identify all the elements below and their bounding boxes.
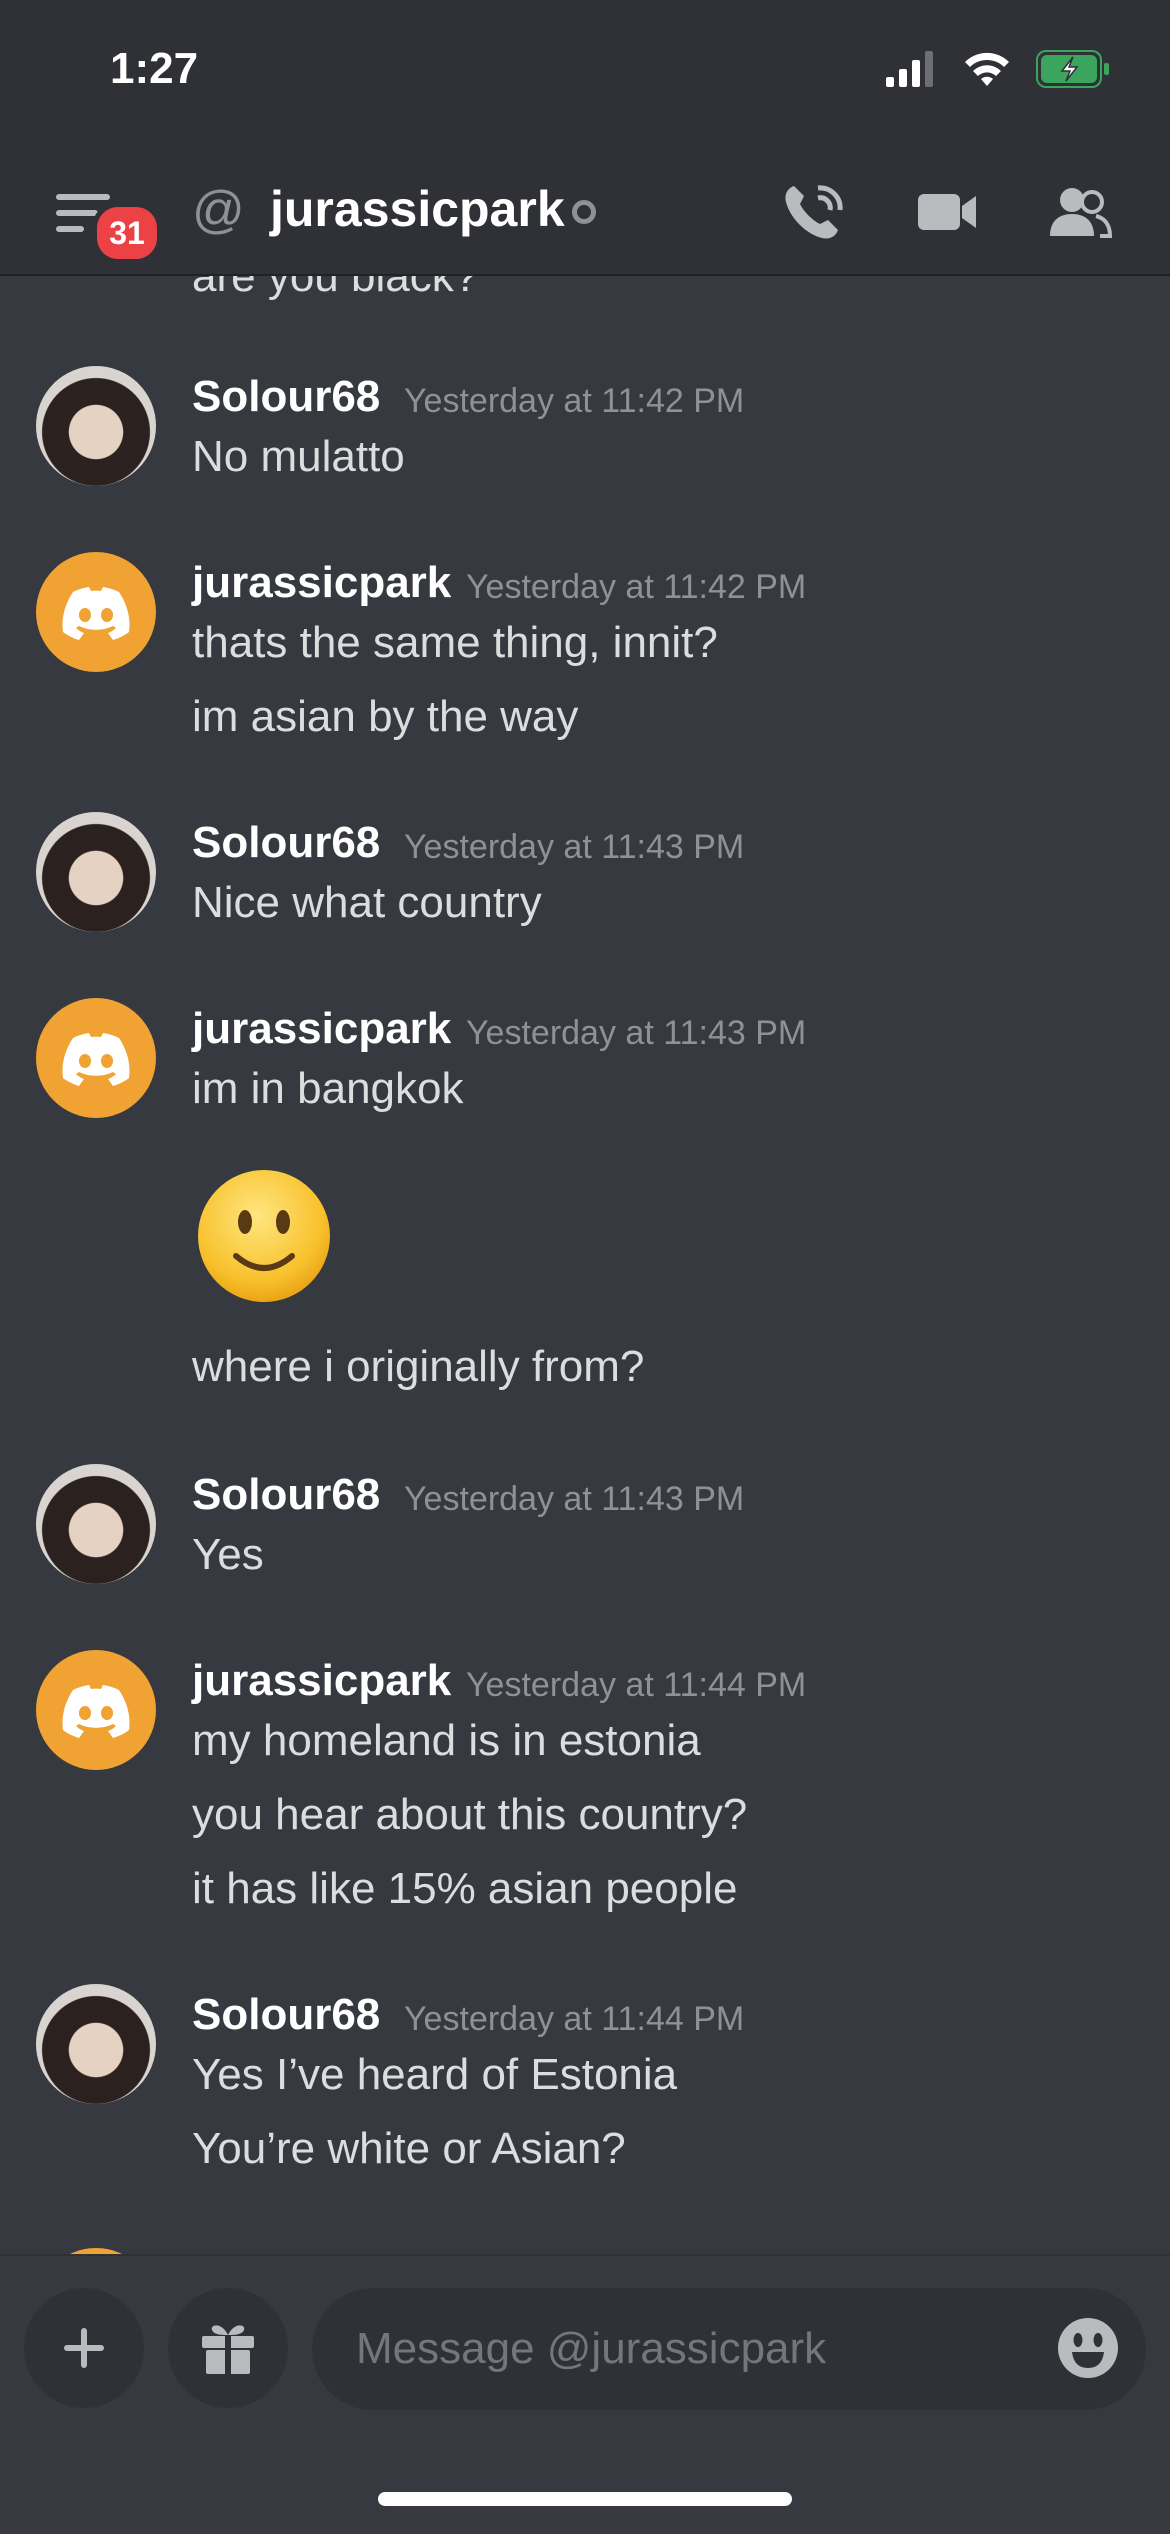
timestamp: Yesterday at 11:42 PM [466, 568, 807, 606]
battery-charging-icon [1036, 50, 1109, 88]
discord-logo-icon [62, 1033, 130, 1086]
message-text: you hear about this country? [192, 1790, 748, 1839]
message-text: my homeland is in estonia [192, 1716, 701, 1765]
avatar[interactable] [36, 1464, 156, 1584]
message-list[interactable]: are you black? Solour68 Yesterday at 11:… [0, 276, 1170, 2254]
slightly-smiling-face-icon[interactable] [196, 1168, 332, 1304]
avatar[interactable] [36, 1984, 156, 2104]
avatar[interactable] [36, 552, 156, 672]
username[interactable]: jurassicpark [192, 1656, 451, 1706]
message-text: thats the same thing, innit? [192, 618, 718, 667]
discord-logo-icon [62, 1685, 130, 1738]
username[interactable]: Solour68 [192, 1470, 380, 1520]
add-attachment-button[interactable] [24, 2288, 144, 2408]
timestamp: Yesterday at 11:44 PM [466, 1666, 807, 1704]
status-time: 1:27 [110, 44, 199, 93]
message-text: Yes [192, 1530, 264, 1579]
offline-status-icon [572, 200, 596, 224]
video-camera-icon[interactable] [912, 180, 982, 244]
channel-name[interactable]: jurassicpark [270, 180, 565, 238]
timestamp: Yesterday at 11:42 PM [404, 382, 745, 420]
username[interactable]: jurassicpark [192, 558, 451, 608]
message-input[interactable] [312, 2288, 1146, 2410]
members-icon[interactable] [1044, 180, 1114, 244]
timestamp: Yesterday at 11:44 PM [404, 2000, 745, 2038]
message-composer [0, 2254, 1170, 2534]
chat-header: 31 @ jurassicpark [0, 150, 1170, 276]
gift-button[interactable] [168, 2288, 288, 2408]
status-bar: 1:27 [0, 0, 1170, 150]
avatar[interactable] [36, 1650, 156, 1770]
timestamp: Yesterday at 11:43 PM [404, 1480, 745, 1518]
gift-icon [202, 2325, 254, 2376]
message-text: Yes I’ve heard of Estonia [192, 2050, 678, 2099]
message-text: Nice what country [192, 878, 542, 927]
message-text: im in bangkok [192, 1064, 464, 1113]
at-icon: @ [192, 181, 245, 239]
message-text: You’re white or Asian? [192, 2124, 626, 2173]
username[interactable]: Solour68 [192, 1990, 380, 2040]
home-indicator[interactable] [378, 2492, 792, 2506]
emoji-picker-icon[interactable] [1048, 2308, 1128, 2388]
discord-logo-icon [62, 587, 130, 640]
status-icons [886, 50, 1110, 88]
username[interactable]: Solour68 [192, 372, 380, 422]
timestamp: Yesterday at 11:43 PM [404, 828, 745, 866]
message-text: im asian by the way [192, 692, 579, 741]
plus-icon [64, 2328, 104, 2368]
phone-call-icon[interactable] [780, 180, 850, 244]
avatar[interactable] [36, 812, 156, 932]
timestamp: Yesterday at 11:43 PM [466, 1014, 807, 1052]
notification-badge: 31 [92, 202, 162, 264]
avatar[interactable] [36, 366, 156, 486]
username[interactable]: jurassicpark [192, 1004, 451, 1054]
username[interactable]: Solour68 [192, 818, 380, 868]
signal-icon [886, 51, 933, 87]
message-text: where i originally from? [192, 1342, 645, 1391]
avatar[interactable] [36, 998, 156, 1118]
wifi-icon [965, 52, 1009, 86]
message-text: it has like 15% asian people [192, 1864, 738, 1913]
message-text: No mulatto [192, 432, 405, 481]
partial-message-text: are you black? [192, 276, 479, 301]
